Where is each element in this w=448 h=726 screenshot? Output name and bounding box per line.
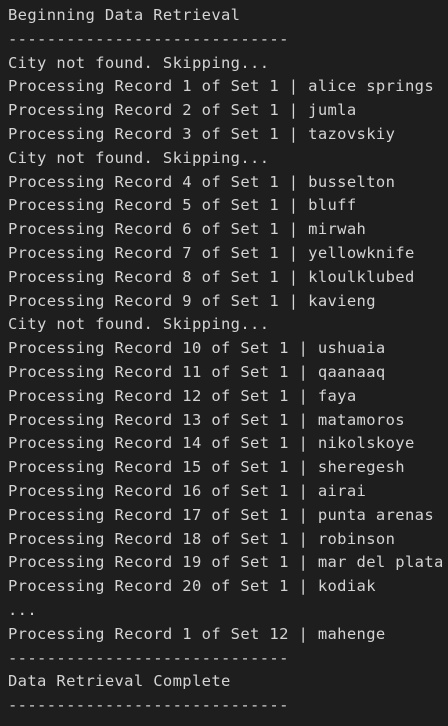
- output-line: Processing Record 8 of Set 1 | kloulklub…: [8, 267, 415, 286]
- output-line: Processing Record 13 of Set 1 | matamoro…: [8, 410, 405, 429]
- output-line: Processing Record 15 of Set 1 | shereges…: [8, 458, 405, 477]
- output-line: Processing Record 6 of Set 1 | mirwah: [8, 220, 367, 239]
- output-line: Processing Record 18 of Set 1 | robinson: [8, 529, 396, 548]
- output-line: Processing Record 4 of Set 1 | busselton: [8, 172, 396, 191]
- separator-line: -----------------------------: [8, 696, 289, 715]
- output-line: Processing Record 20 of Set 1 | kodiak: [8, 577, 376, 596]
- ellipsis-line: ...: [8, 600, 38, 619]
- output-line: Processing Record 1 of Set 1 | alice spr…: [8, 77, 434, 96]
- output-line: Processing Record 12 of Set 1 | faya: [8, 386, 357, 405]
- output-line: Processing Record 9 of Set 1 | kavieng: [8, 291, 376, 310]
- output-line: City not found. Skipping...: [8, 53, 270, 72]
- output-line: City not found. Skipping...: [8, 315, 270, 334]
- output-line: City not found. Skipping...: [8, 148, 270, 167]
- output-line: Processing Record 17 of Set 1 | punta ar…: [8, 505, 434, 524]
- output-line: Processing Record 3 of Set 1 | tazovskiy: [8, 124, 396, 143]
- separator-line: -----------------------------: [8, 29, 289, 48]
- output-line: Beginning Data Retrieval: [8, 6, 241, 24]
- output-line: Processing Record 19 of Set 1 | mar del …: [8, 553, 444, 572]
- output-line: Processing Record 7 of Set 1 | yellowkni…: [8, 243, 415, 262]
- output-line: Data Retrieval Complete: [8, 672, 231, 691]
- output-console: Beginning Data Retrieval ---------------…: [0, 0, 448, 726]
- output-line: Processing Record 5 of Set 1 | bluff: [8, 196, 357, 215]
- output-line: Processing Record 2 of Set 1 | jumla: [8, 101, 357, 120]
- output-line: Processing Record 16 of Set 1 | airai: [8, 481, 367, 500]
- output-line: Processing Record 14 of Set 1 | nikolsko…: [8, 434, 415, 453]
- output-line: Processing Record 1 of Set 12 | mahenge: [8, 624, 386, 643]
- output-line: Processing Record 10 of Set 1 | ushuaia: [8, 339, 386, 358]
- output-line: Processing Record 11 of Set 1 | qaanaaq: [8, 362, 386, 381]
- separator-line: -----------------------------: [8, 648, 289, 667]
